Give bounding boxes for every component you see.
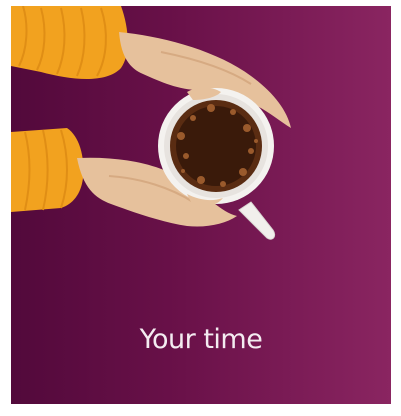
hands-holding-coffee-cup-icon xyxy=(11,6,291,240)
cup-handle xyxy=(238,201,276,240)
card-caption: Your time xyxy=(139,324,263,355)
promo-card[interactable]: Your time xyxy=(11,6,391,404)
upper-sleeve xyxy=(11,6,128,79)
lower-sleeve xyxy=(11,128,84,212)
